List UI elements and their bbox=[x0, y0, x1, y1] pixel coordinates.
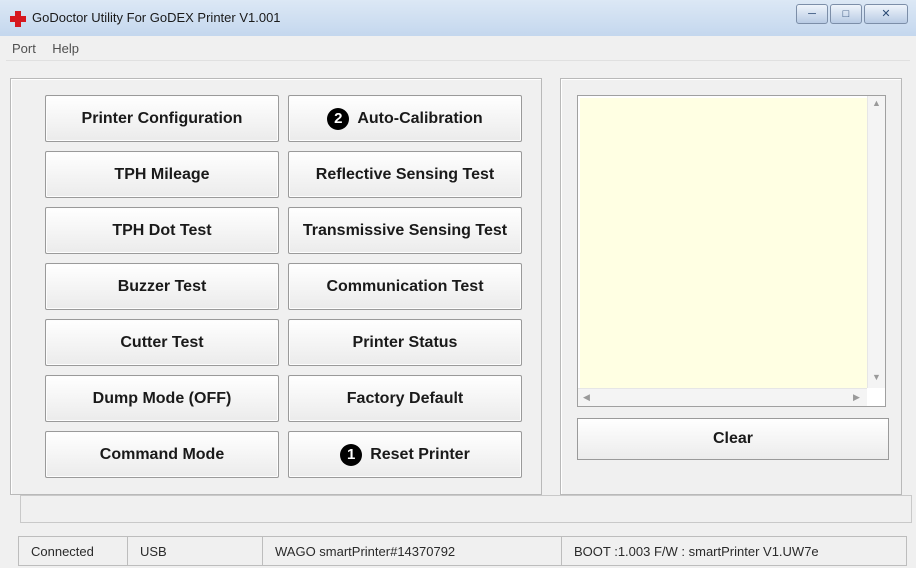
button-label: Reflective Sensing Test bbox=[315, 165, 495, 183]
button-label: TPH Dot Test bbox=[112, 221, 212, 239]
button-label: Dump Mode (OFF) bbox=[92, 389, 232, 407]
reflective-sensing-test-button[interactable]: Reflective Sensing Test bbox=[288, 151, 522, 198]
vertical-scrollbar[interactable]: ▲ ▼ bbox=[867, 96, 885, 388]
status-bar: Connected USB WAGO smartPrinter#14370792… bbox=[8, 536, 912, 566]
button-label: Communication Test bbox=[326, 277, 484, 295]
communication-test-button[interactable]: Communication Test bbox=[288, 263, 522, 310]
button-label: Auto-Calibration bbox=[357, 109, 483, 127]
reset-printer-button[interactable]: 1 Reset Printer bbox=[288, 431, 522, 478]
button-label: Printer Status bbox=[352, 333, 458, 351]
menu-bar: Port Help bbox=[6, 38, 910, 61]
tph-dot-test-button[interactable]: TPH Dot Test bbox=[45, 207, 279, 254]
close-icon[interactable]: ✕ bbox=[864, 4, 908, 24]
button-label: Reset Printer bbox=[370, 445, 470, 463]
minimize-icon[interactable]: ─ bbox=[796, 4, 828, 24]
status-port: USB bbox=[127, 536, 263, 566]
scroll-up-icon[interactable]: ▲ bbox=[872, 98, 881, 108]
button-label: Clear bbox=[712, 430, 754, 447]
log-text[interactable] bbox=[580, 98, 867, 388]
status-firmware: BOOT :1.003 F/W : smartPrinter V1.UW7e bbox=[561, 536, 907, 566]
auto-calibration-button[interactable]: 2 Auto-Calibration bbox=[288, 95, 522, 142]
scroll-left-icon[interactable]: ◀ bbox=[583, 392, 590, 403]
button-label: Factory Default bbox=[346, 389, 464, 407]
transmissive-sensing-test-button[interactable]: Transmissive Sensing Test bbox=[288, 207, 522, 254]
step-badge: 2 bbox=[327, 107, 350, 130]
maximize-icon[interactable]: □ bbox=[830, 4, 862, 24]
status-printer-name: WAGO smartPrinter#14370792 bbox=[262, 536, 562, 566]
button-label: Command Mode bbox=[99, 445, 225, 463]
app-window: GoDoctor Utility For GoDEX Printer V1.00… bbox=[0, 0, 916, 568]
buzzer-test-button[interactable]: Buzzer Test bbox=[45, 263, 279, 310]
step-badge: 1 bbox=[340, 443, 363, 466]
printer-configuration-button[interactable]: Printer Configuration bbox=[45, 95, 279, 142]
status-connection: Connected bbox=[18, 536, 128, 566]
button-label: Printer Configuration bbox=[81, 109, 243, 127]
button-label: Transmissive Sensing Test bbox=[302, 221, 508, 239]
menu-help[interactable]: Help bbox=[46, 38, 85, 56]
button-label: Buzzer Test bbox=[117, 277, 207, 295]
dump-mode-button[interactable]: Dump Mode (OFF) bbox=[45, 375, 279, 422]
message-field bbox=[20, 495, 912, 523]
scroll-down-icon[interactable]: ▼ bbox=[872, 372, 881, 382]
window-controls: ─ □ ✕ bbox=[794, 4, 908, 24]
factory-default-button[interactable]: Factory Default bbox=[288, 375, 522, 422]
app-cross-icon bbox=[10, 11, 26, 27]
command-mode-button[interactable]: Command Mode bbox=[45, 431, 279, 478]
button-label: TPH Mileage bbox=[114, 165, 210, 183]
title-bar: GoDoctor Utility For GoDEX Printer V1.00… bbox=[0, 0, 916, 36]
clear-button[interactable]: Clear bbox=[577, 418, 889, 460]
menu-port[interactable]: Port bbox=[6, 38, 42, 56]
window-title: GoDoctor Utility For GoDEX Printer V1.00… bbox=[32, 10, 281, 25]
cutter-test-button[interactable]: Cutter Test bbox=[45, 319, 279, 366]
printer-status-button[interactable]: Printer Status bbox=[288, 319, 522, 366]
tph-mileage-button[interactable]: TPH Mileage bbox=[45, 151, 279, 198]
log-output[interactable]: ▲ ▼ ◀ ▶ bbox=[577, 95, 886, 407]
button-label: Cutter Test bbox=[120, 333, 204, 351]
horizontal-scrollbar[interactable]: ◀ ▶ bbox=[578, 388, 867, 406]
scroll-right-icon[interactable]: ▶ bbox=[853, 392, 860, 403]
